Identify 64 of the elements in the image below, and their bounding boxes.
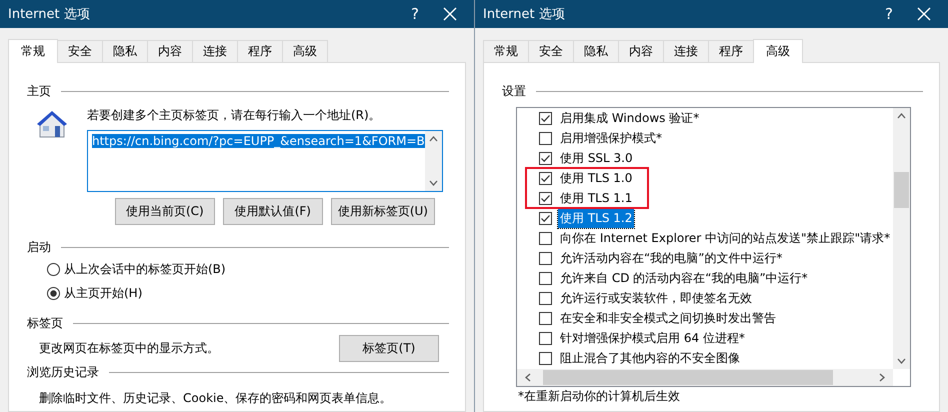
help-button[interactable]: ? <box>395 5 435 23</box>
settings-item[interactable]: 允许来自 CD 的活动内容在“我的电脑”中运行* <box>539 268 893 288</box>
section-heading: 标签页 <box>27 314 63 332</box>
settings-item[interactable]: 针对增强保护模式启用 64 位进程* <box>539 328 893 348</box>
settings-list[interactable] <box>516 107 911 387</box>
checkbox[interactable] <box>539 252 552 264</box>
checkbox[interactable] <box>539 152 552 164</box>
tab[interactable]: 常规 <box>483 40 529 62</box>
settings-item[interactable]: 向你在 Internet Explorer 中访问的站点发送"禁止跟踪"请求* <box>539 228 893 248</box>
radio-label[interactable]: 从上次会话中的标签页开始(B) <box>64 260 226 278</box>
settings-item[interactable]: 启用集成 Windows 验证* <box>539 108 893 128</box>
tab[interactable]: 高级 <box>282 40 328 62</box>
scroll-right-icon[interactable] <box>879 373 885 382</box>
checkbox[interactable] <box>539 172 552 184</box>
description-text: 更改网页在标签页中的显示方式。 <box>39 340 219 357</box>
tab[interactable]: 高级 <box>753 39 803 63</box>
help-button[interactable]: ? <box>869 5 909 23</box>
checkbox[interactable] <box>539 112 552 124</box>
scroll-down-icon[interactable] <box>897 358 906 364</box>
section-heading: 启动 <box>27 238 51 256</box>
checkbox[interactable] <box>539 192 552 204</box>
window-title: Internet 选项 <box>483 6 566 23</box>
settings-item[interactable]: 允许运行或安装软件，即使签名无效 <box>539 288 893 308</box>
homepage-button[interactable]: 使用新标签页(U) <box>330 198 435 225</box>
scroll-up-icon[interactable] <box>897 113 906 119</box>
checkbox[interactable] <box>539 332 552 344</box>
radio-button[interactable] <box>47 286 60 300</box>
section-heading: 设置 <box>502 82 526 100</box>
instruction-text: 若要创建多个主页标签页，请在每行输入一个地址(R)。 <box>87 107 382 124</box>
footnote-text: *在重新启动你的计算机后生效 <box>518 389 681 404</box>
homepage-button[interactable]: 使用默认值(F) <box>222 198 323 225</box>
settings-item[interactable]: 使用 TLS 1.0 <box>539 168 893 188</box>
settings-item[interactable]: 允许活动内容在“我的电脑”的文件中运行* <box>539 248 893 268</box>
scroll-thumb[interactable] <box>894 172 909 208</box>
checkbox[interactable] <box>539 272 552 284</box>
description-text: 删除临时文件、历史记录、Cookie、保存的密码和网页表单信息。 <box>38 390 393 407</box>
tab[interactable]: 常规 <box>8 39 58 63</box>
checkbox[interactable] <box>539 292 552 304</box>
scroll-up-icon[interactable] <box>428 136 438 142</box>
scroll-down-icon[interactable] <box>428 180 438 186</box>
radio-label[interactable]: 从主页开始(H) <box>64 284 142 302</box>
scroll-thumb[interactable] <box>543 370 833 385</box>
settings-item[interactable]: 使用 TLS 1.2 <box>539 208 893 228</box>
close-icon[interactable] <box>917 7 931 21</box>
radio-button[interactable] <box>47 262 60 276</box>
section-heading: 浏览历史记录 <box>27 364 99 380</box>
tabs-button[interactable]: 标签页(T) <box>339 335 439 362</box>
url-field[interactable]: https://cn.bing.com/?pc=EUPP_&ensearch=1&FORM=B <box>87 130 443 192</box>
checkbox[interactable] <box>539 212 552 224</box>
section-heading: 主页 <box>27 82 51 100</box>
checkbox[interactable] <box>539 132 552 144</box>
house-icon <box>35 109 69 139</box>
settings-item[interactable]: 阻止混合了其他内容的不安全图像 <box>539 348 893 368</box>
homepage-button[interactable]: 使用当前页(C) <box>114 198 215 225</box>
settings-item[interactable]: 启用增强保护模式* <box>539 128 893 148</box>
scroll-left-icon[interactable] <box>525 373 531 382</box>
settings-item[interactable]: 使用 SSL 3.0 <box>539 148 893 168</box>
close-icon[interactable] <box>443 7 457 21</box>
checkbox[interactable] <box>539 312 552 324</box>
settings-item[interactable]: 在安全和非安全模式之间切换时发出警告 <box>539 308 893 328</box>
checkbox[interactable] <box>539 352 552 364</box>
checkbox[interactable] <box>539 232 552 244</box>
settings-item[interactable]: 使用 TLS 1.1 <box>539 188 893 208</box>
window-title: Internet 选项 <box>8 6 91 23</box>
